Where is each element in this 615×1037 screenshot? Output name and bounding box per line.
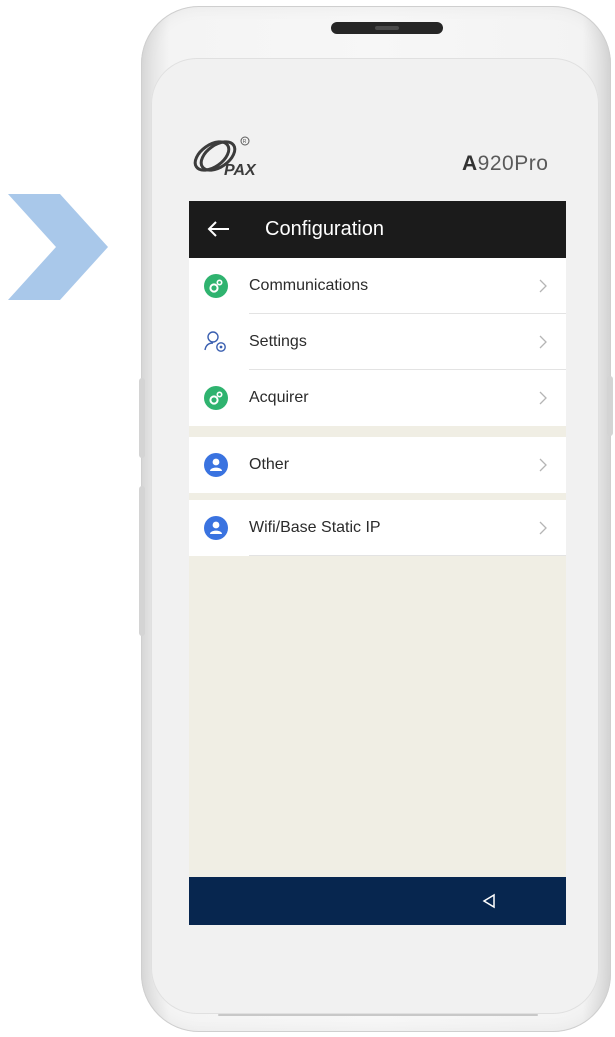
menu-item-label: Settings <box>249 333 307 350</box>
back-arrow-icon[interactable] <box>205 215 233 243</box>
bottom-groove <box>218 1014 538 1016</box>
menu-item-label: Wifi/Base Static IP <box>249 519 381 536</box>
menu-item-label: Communications <box>249 277 369 294</box>
title-bar: Configuration <box>189 201 566 258</box>
person-icon <box>204 453 228 477</box>
menu-item-label: Other <box>249 456 290 473</box>
user-settings-icon <box>204 331 226 352</box>
speaker-grille <box>331 22 443 34</box>
side-button-right <box>607 376 613 436</box>
chevron-right-icon <box>539 521 547 535</box>
side-button-left <box>139 378 145 458</box>
menu-group-wifi: Wifi/Base Static IP <box>189 500 566 556</box>
svg-text:R: R <box>243 139 247 145</box>
menu-item-wifi-static-ip[interactable]: Wifi/Base Static IP <box>189 500 566 556</box>
chevron-right-icon <box>8 194 108 300</box>
chevron-right-icon <box>539 391 547 405</box>
gears-icon <box>204 274 228 298</box>
chevron-right-icon <box>539 279 547 293</box>
model-label: A920Pro <box>462 152 549 175</box>
page-title: Configuration <box>265 218 384 240</box>
side-button-left-long <box>139 486 145 636</box>
nav-back-triangle-icon[interactable] <box>481 893 497 909</box>
navigation-bar <box>189 877 566 925</box>
menu-group-main: Communications Settings Acquirer <box>189 258 566 426</box>
stage: R PAX A920Pro Configuration Communicatio… <box>0 0 615 1037</box>
chevron-right-icon <box>539 458 547 472</box>
menu-item-settings[interactable]: Settings <box>189 314 566 370</box>
menu-item-communications[interactable]: Communications <box>189 258 566 314</box>
menu-group-other: Other <box>189 437 566 493</box>
menu-item-label: Acquirer <box>249 389 309 406</box>
menu-item-acquirer[interactable]: Acquirer <box>189 370 566 426</box>
screen: Configuration Communications Settings Ac… <box>189 201 566 925</box>
chevron-right-icon <box>539 335 547 349</box>
svg-text:PAX: PAX <box>224 162 257 179</box>
gears-icon <box>204 386 228 410</box>
person-icon <box>204 516 228 540</box>
menu-item-other[interactable]: Other <box>189 437 566 493</box>
divider <box>249 555 566 556</box>
pax-logo: R PAX <box>193 136 257 179</box>
